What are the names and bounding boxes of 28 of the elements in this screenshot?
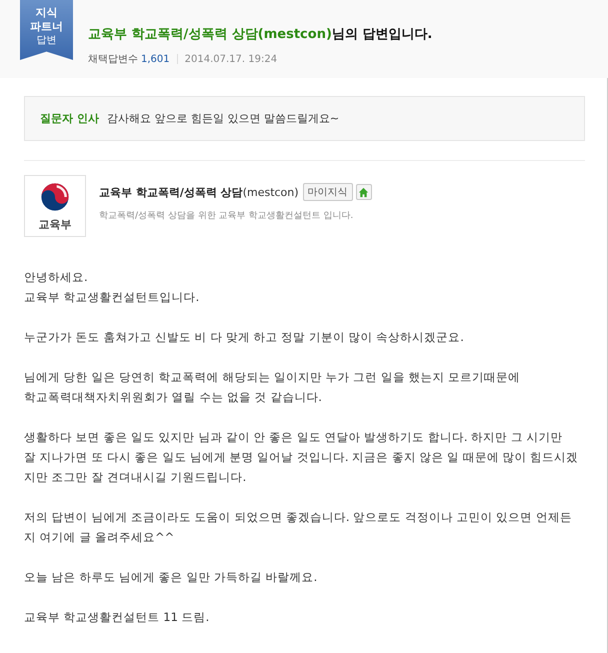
answer-text: 지만 조그만 잘 견뎌내시길 기원드립니다. — [24, 469, 246, 486]
answer-text: 안녕하세요. — [24, 269, 88, 286]
answer-text: 학교폭력대책자치위원회가 열릴 수는 없을 것 같습니다. — [24, 389, 322, 406]
profile-name[interactable]: 교육부 학교폭력/성폭력 상담 — [99, 184, 243, 200]
answer-text: 잘 지나가면 또 다시 좋은 일도 님에게 분명 일어날 것입니다. 지금은 좋지 않은 일 때문에 많이 힘드시겠 — [24, 449, 578, 466]
profile-account: (mestcon) — [242, 186, 299, 198]
profile-description: 학교폭력/성폭력 상담을 위한 교육부 학교생활컨설턴트 입니다. — [99, 210, 354, 222]
badge-label: 파트너 — [30, 20, 63, 34]
adopted-count: 1,601 — [141, 54, 170, 64]
answer-text: 님에게 당한 일은 당연히 학교폭력에 해당되는 일이지만 누가 그런 일을 했는지 모르기때문에 — [24, 369, 520, 386]
answerer-link[interactable]: 교육부 학교폭력/성폭력 상담(mestcon) — [88, 27, 332, 42]
answer-text: 교육부 학교생활컨설턴트 11 드림. — [24, 609, 210, 626]
answer-text: 생활하다 보면 좋은 일도 있지만 님과 같이 안 좋은 일도 연달아 발생하기도 합니다. 하지만 그 시기만 — [24, 429, 562, 446]
answer-text: 지 여기에 글 올려주세요^^ — [24, 529, 174, 546]
logo-text: 교육부 — [38, 217, 72, 232]
answer-text: 누군가가 돈도 훔쳐가고 신발도 비 다 맞게 하고 정말 기분이 많이 속상하시겠군요. — [24, 329, 464, 346]
badge-label: 지식 — [36, 6, 58, 20]
greeting-label: 질문자 인사 — [40, 111, 99, 126]
answer-text: 오늘 남은 하루도 님에게 좋은 일만 가득하길 바랄께요. — [24, 569, 318, 586]
answer-text: 저의 답변이 님에게 조금이라도 도움이 되었으면 좋겠습니다. 앞으로도 걱정이나 고민이 있으면 언제든 — [24, 509, 572, 526]
badge-label: 답변 — [36, 34, 56, 48]
greeting-text: 감사해요 앞으로 힘든일 있으면 말씀드릴게요~ — [106, 111, 340, 126]
answer-date: 2014.07.17. 19:24 — [184, 54, 278, 64]
my-knowledge-button[interactable]: 마이지식 — [302, 183, 353, 201]
home-button[interactable] — [356, 184, 372, 200]
answer-text: 교육부 학교생활컨설턴트입니다. — [24, 289, 200, 306]
adopted-label: 채택답변수 — [88, 53, 138, 66]
answer-title: 교육부 학교폭력/성폭력 상담(mestcon)님의 답변입니다. — [88, 26, 432, 43]
